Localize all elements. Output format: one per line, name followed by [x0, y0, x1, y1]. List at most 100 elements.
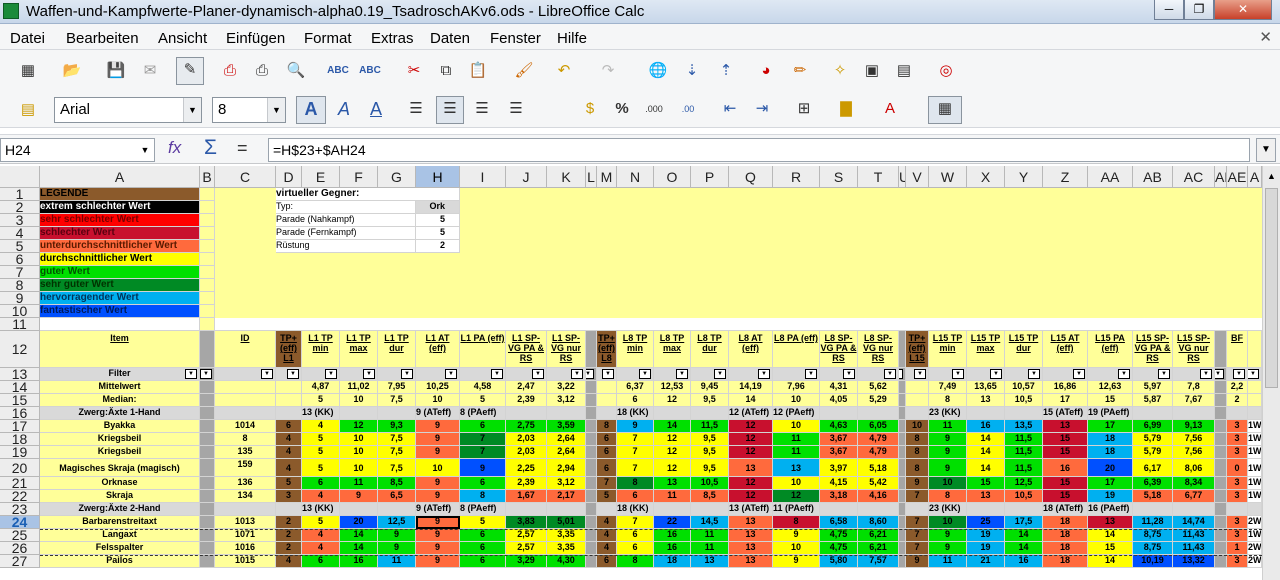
filter-dropdown-icon[interactable]: ▼	[363, 369, 375, 379]
data-cell[interactable]	[1005, 503, 1043, 516]
data-cell[interactable]: 19	[967, 529, 1005, 542]
data-cell[interactable]: 18 (KK)	[617, 503, 654, 516]
align-left-icon[interactable]: ☰	[404, 97, 428, 121]
autofilter-cell[interactable]: ▼	[586, 368, 597, 381]
data-cell[interactable]: 16	[1005, 555, 1043, 568]
data-cell[interactable]: 14,5	[691, 516, 729, 529]
data-cell[interactable]	[899, 542, 906, 555]
autofilter-cell[interactable]: ▼	[1215, 368, 1227, 381]
decrease-indent-icon[interactable]: ⇤	[718, 97, 742, 121]
header-area-cell[interactable]	[215, 318, 1262, 331]
styles-icon[interactable]: ▤	[16, 98, 40, 122]
undo-icon[interactable]: ↶	[552, 59, 576, 83]
data-cell[interactable]: 4,30	[547, 555, 586, 568]
data-cell[interactable]: 8	[460, 490, 506, 503]
filter-dropdown-icon[interactable]: ▼	[1118, 369, 1130, 379]
filter-dropdown-icon[interactable]: ▼	[676, 369, 688, 379]
filter-dropdown-icon[interactable]: ▼	[1200, 369, 1212, 379]
data-cell[interactable]: 19 (PAeff)	[1088, 407, 1133, 420]
opponent-title[interactable]: virtueller Gegner:	[276, 188, 460, 201]
data-cell[interactable]	[1215, 446, 1227, 459]
data-cell[interactable]: 11 (PAeff)	[773, 503, 820, 516]
filter-dropdown-icon[interactable]: ▼	[1158, 369, 1170, 379]
data-cell[interactable]: 5	[302, 446, 340, 459]
item-name[interactable]: Felsspalter	[40, 542, 200, 555]
column-title[interactable]: L1 TP min	[302, 331, 340, 368]
data-cell[interactable]: 4,75	[820, 542, 858, 555]
email-icon[interactable]: ✉	[138, 59, 162, 83]
data-cell[interactable]: 16	[340, 555, 378, 568]
column-title[interactable]: L8 TP max	[654, 331, 691, 368]
data-cell[interactable]: 11	[691, 529, 729, 542]
data-cell[interactable]: 12	[729, 433, 773, 446]
add-decimal-icon[interactable]: .00	[676, 97, 700, 121]
data-cell[interactable]	[200, 555, 215, 568]
data-cell[interactable]	[1248, 381, 1262, 394]
minimize-button[interactable]: ─	[1154, 0, 1184, 20]
data-cell[interactable]: 13 (ATeff)	[729, 503, 773, 516]
data-cell[interactable]: 12	[729, 490, 773, 503]
data-cell[interactable]: 8	[929, 394, 967, 407]
redo-icon[interactable]: ↷	[596, 59, 620, 83]
data-cell[interactable]: 6,77	[1173, 490, 1215, 503]
data-cell[interactable]: 9	[416, 433, 460, 446]
print-icon[interactable]: ⎙	[250, 59, 274, 83]
filter-dropdown-icon[interactable]: ▼	[571, 369, 583, 379]
data-cell[interactable]: 5	[302, 394, 340, 407]
data-cell[interactable]: 13,32	[1173, 555, 1215, 568]
data-cell[interactable]: 2,64	[547, 446, 586, 459]
data-cell[interactable]	[200, 446, 215, 459]
data-cell[interactable]: 25	[967, 516, 1005, 529]
data-cell[interactable]: 14	[1005, 529, 1043, 542]
data-cell[interactable]: 1W	[1248, 459, 1262, 477]
spellcheck-icon[interactable]: ABC	[326, 59, 350, 83]
autofilter-cell[interactable]: ▼	[967, 368, 1005, 381]
data-cell[interactable]	[276, 407, 302, 420]
data-cell[interactable]: 12,5	[378, 516, 416, 529]
filter-dropdown-icon[interactable]: ▼	[185, 369, 197, 379]
row-header[interactable]: 16	[0, 407, 40, 420]
data-cell[interactable]: 8,5	[691, 490, 729, 503]
data-cell[interactable]: 7,5	[378, 459, 416, 477]
edit-mode-icon[interactable]: ✎	[176, 57, 204, 85]
item-name[interactable]: Kriegsbeil	[40, 446, 200, 459]
data-cell[interactable]: 5	[460, 394, 506, 407]
data-cell[interactable]: 7	[617, 446, 654, 459]
row-header[interactable]: 3	[0, 214, 40, 227]
filter-dropdown-icon[interactable]: ▼	[445, 369, 457, 379]
data-cell[interactable]	[899, 503, 906, 516]
data-cell[interactable]: 2,57	[506, 529, 547, 542]
data-cell[interactable]	[1133, 407, 1173, 420]
column-title[interactable]: L1 TP max	[340, 331, 378, 368]
data-cell[interactable]: 12	[773, 490, 820, 503]
autofilter-cell[interactable]: ▼	[1133, 368, 1173, 381]
active-cell[interactable]: 9	[416, 516, 460, 529]
separator-cell[interactable]	[200, 253, 215, 266]
data-cell[interactable]: 2,2	[1227, 381, 1248, 394]
item-name[interactable]: Skraja	[40, 490, 200, 503]
data-cell[interactable]: 2,17	[547, 490, 586, 503]
data-cell[interactable]: 9	[340, 490, 378, 503]
column-title[interactable]: TP+ (eff) L1	[276, 331, 302, 368]
data-cell[interactable]: 11	[773, 433, 820, 446]
row-header[interactable]: 12	[0, 331, 40, 368]
data-cell[interactable]	[1215, 529, 1227, 542]
data-cell[interactable]: 14	[967, 446, 1005, 459]
column-title[interactable]: L15 SP-VG PA & RS	[1133, 331, 1173, 368]
data-cell[interactable]: 8	[906, 459, 929, 477]
data-cell[interactable]	[691, 407, 729, 420]
data-cell[interactable]: 13	[654, 477, 691, 490]
data-cell[interactable]: 9	[416, 490, 460, 503]
column-header-ad[interactable]: AD	[1215, 166, 1227, 188]
data-cell[interactable]: 19	[1088, 490, 1133, 503]
data-cell[interactable]: 3,18	[820, 490, 858, 503]
data-cell[interactable]: 5,80	[820, 555, 858, 568]
column-title[interactable]: L15 PA (eff)	[1088, 331, 1133, 368]
data-cell[interactable]: 10	[929, 516, 967, 529]
data-cell[interactable]: 6	[460, 477, 506, 490]
data-cell[interactable]: 9	[906, 477, 929, 490]
data-cell[interactable]: 12	[340, 420, 378, 433]
data-cell[interactable]: 8 (PAeff)	[460, 503, 506, 516]
name-box[interactable]: H24 ▼	[0, 138, 155, 162]
data-cell[interactable]: 14	[340, 529, 378, 542]
